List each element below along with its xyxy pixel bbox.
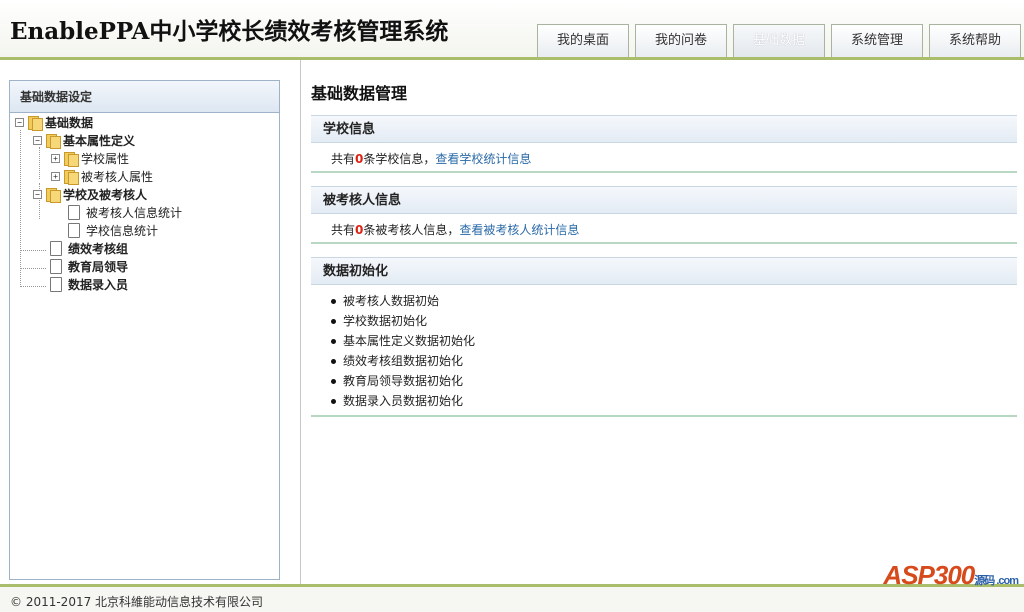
summary-suffix: 条学校信息， (363, 152, 436, 166)
page-title: 基础数据管理 (311, 84, 408, 103)
tree-node-label: 被考核人属性 (81, 169, 154, 184)
init-education-leader-data-link[interactable]: 教育局领导数据初始化 (331, 371, 1017, 391)
school-info-section: 学校信息 共有0条学校信息，查看学校统计信息 (311, 115, 1017, 173)
summary-prefix: 共有 (331, 152, 356, 166)
tree-node-performance-group[interactable]: 绩效考核组 (50, 239, 128, 257)
bullet-icon (331, 338, 336, 344)
school-info-summary: 共有0条学校信息，查看学校统计信息 (311, 143, 1017, 173)
folder-icon (63, 169, 79, 185)
folder-icon (63, 151, 79, 167)
list-item-label[interactable]: 被考核人数据初始 (343, 291, 439, 311)
person-info-summary: 共有0条被考核人信息，查看被考核人统计信息 (311, 214, 1017, 244)
document-icon (50, 240, 62, 256)
bullet-icon (331, 318, 336, 324)
bullet-icon (331, 298, 336, 304)
watermark-logo: ASP300源码 .com (883, 560, 1019, 591)
sidebar-title: 基础数据设定 (10, 81, 279, 113)
list-item-label[interactable]: 学校数据初始化 (343, 311, 427, 331)
tree-node-basic-attr-def[interactable]: − 基本属性定义 (33, 131, 135, 149)
folder-icon (45, 187, 61, 203)
tree-node-label: 学校信息统计 (86, 223, 159, 238)
watermark-subtext: 源码 .com (974, 575, 1019, 587)
document-icon (68, 204, 80, 220)
bullet-icon (331, 398, 336, 404)
expand-toggle-icon[interactable]: + (51, 153, 60, 163)
tab-system-management[interactable]: 系统管理 (831, 24, 923, 57)
tab-basic-data[interactable]: 基础数据 (733, 24, 825, 57)
tree-node-person-stats[interactable]: 被考核人信息统计 (68, 203, 182, 221)
tree-node-school-stats[interactable]: 学校信息统计 (68, 221, 158, 239)
section-heading: 数据初始化 (311, 257, 1017, 285)
tab-my-questionnaire[interactable]: 我的问卷 (635, 24, 727, 57)
tree-node-label: 学校属性 (81, 151, 130, 166)
tree-node-data-entry-staff[interactable]: 数据录入员 (50, 275, 128, 293)
document-icon (68, 222, 80, 238)
init-data-entry-staff-data-link[interactable]: 数据录入员数据初始化 (331, 391, 1017, 411)
document-icon (50, 276, 62, 292)
watermark-text: ASP300 (883, 560, 975, 590)
folder-icon (27, 115, 43, 131)
init-person-data-link[interactable]: 被考核人数据初始 (331, 291, 1017, 311)
tree-node-school-attr[interactable]: + 学校属性 (51, 149, 129, 167)
init-basic-attr-data-link[interactable]: 基本属性定义数据初始化 (331, 331, 1017, 351)
collapse-toggle-icon[interactable]: − (15, 117, 24, 127)
sidebar: 基础数据设定 − 基础数据 − 基本属性定义 + 学校属性 + 被考核人属性 −… (9, 80, 280, 580)
collapse-toggle-icon[interactable]: − (33, 189, 42, 199)
view-person-stats-link[interactable]: 查看被考核人统计信息 (459, 223, 579, 237)
tree-node-school-and-person[interactable]: − 学校及被考核人 (33, 185, 147, 203)
tree-node-label: 学校及被考核人 (63, 187, 148, 202)
tree-node-basic-data[interactable]: − 基础数据 (15, 113, 93, 131)
copyright-footer: © 2011-2017 北京科維能动信息技术有限公司 (0, 584, 1024, 612)
init-list: 被考核人数据初始 学校数据初始化 基本属性定义数据初始化 绩效考核组数据初始化 … (311, 285, 1017, 417)
tree-node-label: 被考核人信息统计 (86, 205, 183, 220)
folder-icon (45, 133, 61, 149)
init-school-data-link[interactable]: 学校数据初始化 (331, 311, 1017, 331)
summary-suffix: 条被考核人信息， (363, 223, 460, 237)
tab-system-help[interactable]: 系统帮助 (929, 24, 1021, 57)
tree-node-person-attr[interactable]: + 被考核人属性 (51, 167, 153, 185)
document-icon (50, 258, 62, 274)
data-init-section: 数据初始化 被考核人数据初始 学校数据初始化 基本属性定义数据初始化 绩效考核组… (311, 257, 1017, 417)
header: EnablePPA中小学校长绩效考核管理系统 我的桌面 我的问卷 基础数据 系统… (0, 0, 1024, 60)
app-title: EnablePPA中小学校长绩效考核管理系统 (10, 18, 449, 45)
view-school-stats-link[interactable]: 查看学校统计信息 (435, 152, 531, 166)
tree-node-label: 数据录入员 (68, 277, 129, 292)
section-heading: 被考核人信息 (311, 186, 1017, 214)
tab-my-desktop[interactable]: 我的桌面 (537, 24, 629, 57)
tree-node-label: 基本属性定义 (63, 133, 136, 148)
bullet-icon (331, 358, 336, 364)
list-item-label[interactable]: 绩效考核组数据初始化 (343, 351, 463, 371)
summary-prefix: 共有 (331, 223, 356, 237)
init-performance-group-data-link[interactable]: 绩效考核组数据初始化 (331, 351, 1017, 371)
bullet-icon (331, 378, 336, 384)
person-info-section: 被考核人信息 共有0条被考核人信息，查看被考核人统计信息 (311, 186, 1017, 244)
collapse-toggle-icon[interactable]: − (33, 135, 42, 145)
expand-toggle-icon[interactable]: + (51, 171, 60, 181)
tree-node-label: 教育局领导 (68, 259, 129, 274)
tree-node-education-leaders[interactable]: 教育局领导 (50, 257, 128, 275)
list-item-label[interactable]: 教育局领导数据初始化 (343, 371, 463, 391)
tree-node-label: 绩效考核组 (68, 241, 129, 256)
list-item-label[interactable]: 数据录入员数据初始化 (343, 391, 463, 411)
list-item-label[interactable]: 基本属性定义数据初始化 (343, 331, 475, 351)
tree-node-label: 基础数据 (45, 115, 94, 130)
main-content: 基础数据管理 学校信息 共有0条学校信息，查看学校统计信息 被考核人信息 共有0… (300, 60, 1024, 584)
section-heading: 学校信息 (311, 115, 1017, 143)
